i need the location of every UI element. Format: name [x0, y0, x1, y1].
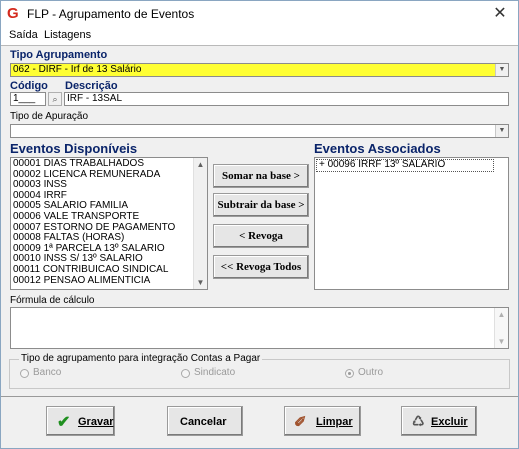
- eventos-disponiveis-list[interactable]: 00001 DIAS TRABALHADOS 00002 LICENCA REM…: [10, 157, 208, 290]
- window-title: FLP - Agrupamento de Eventos: [27, 7, 195, 21]
- revoga-todos-button[interactable]: << Revoga Todos: [213, 255, 309, 279]
- binoculars-search-icon[interactable]: ⌕: [48, 92, 62, 106]
- title-bar: G FLP - Agrupamento de Eventos ✕: [1, 1, 518, 27]
- menu-separator: [1, 45, 518, 46]
- tipo-agrupamento-label: Tipo Agrupamento: [10, 49, 108, 61]
- radio-outro-label: Outro: [358, 367, 384, 378]
- radio-outro[interactable]: [345, 369, 354, 378]
- app-logo-icon: G: [7, 5, 19, 22]
- cancelar-label: Cancelar: [180, 416, 227, 428]
- somar-na-base-button[interactable]: Somar na base >: [213, 164, 309, 188]
- chevron-down-icon[interactable]: ▼: [495, 335, 508, 348]
- chevron-down-icon[interactable]: ▼: [194, 276, 207, 289]
- eventos-associados-label: Eventos Associados: [314, 141, 441, 156]
- eventos-associados-list[interactable]: + 00096 IRRF 13º SALARIO: [314, 157, 509, 290]
- codigo-input[interactable]: 1___: [10, 92, 46, 106]
- descricao-label: Descrição: [65, 80, 118, 92]
- formula-label: Fórmula de cálculo: [10, 295, 95, 306]
- chevron-down-icon[interactable]: ▼: [495, 64, 508, 76]
- tipo-apuracao-select[interactable]: ▼: [10, 124, 509, 138]
- list-item[interactable]: 00001 DIAS TRABALHADOS: [11, 158, 207, 170]
- formula-textarea[interactable]: ▲ ▼: [10, 307, 509, 349]
- excluir-button[interactable]: ♺ Excluir: [401, 406, 477, 436]
- subtrair-da-base-button[interactable]: Subtrair da base >: [213, 193, 309, 217]
- radio-banco[interactable]: [20, 369, 29, 378]
- menu-listagens[interactable]: Listagens: [44, 29, 91, 41]
- radio-sindicato-label: Sindicato: [194, 367, 236, 378]
- check-icon: ✔: [57, 414, 71, 431]
- codigo-label: Código: [10, 80, 48, 92]
- menu-bar: Saída Listagens: [1, 27, 518, 45]
- list-item[interactable]: 00006 VALE TRANSPORTE: [11, 211, 207, 223]
- bottom-separator: [1, 396, 518, 397]
- close-icon[interactable]: ✕: [490, 4, 510, 24]
- descricao-input[interactable]: IRF - 13SAL: [64, 92, 509, 106]
- list-item[interactable]: + 00096 IRRF 13º SALARIO: [316, 159, 494, 172]
- tipo-agrupamento-value: 062 - DIRF - Irf de 13 Salário: [13, 64, 142, 75]
- limpar-label: Limpar: [316, 416, 353, 428]
- trash-icon: ♺: [412, 413, 425, 429]
- revoga-button[interactable]: < Revoga: [213, 224, 309, 248]
- scrollbar[interactable]: ▲ ▼: [494, 308, 508, 348]
- list-item[interactable]: 00011 CONTRIBUICAO SINDICAL: [11, 264, 207, 276]
- tipo-apuracao-label: Tipo de Apuração: [10, 111, 89, 122]
- integracao-group-title: Tipo de agrupamento para integração Cont…: [19, 353, 263, 364]
- chevron-up-icon[interactable]: ▲: [495, 308, 508, 321]
- gravar-button[interactable]: ✔ Gravar: [46, 406, 115, 436]
- tipo-agrupamento-select[interactable]: 062 - DIRF - Irf de 13 Salário ▼: [10, 63, 509, 77]
- eventos-disponiveis-label: Eventos Disponíveis: [10, 141, 138, 156]
- radio-sindicato[interactable]: [181, 369, 190, 378]
- scrollbar[interactable]: ▲ ▼: [193, 158, 207, 289]
- list-item[interactable]: 00012 PENSAO ALIMENTICIA: [11, 275, 207, 287]
- cancelar-button[interactable]: Cancelar: [167, 406, 243, 436]
- chevron-up-icon[interactable]: ▲: [194, 158, 207, 171]
- excluir-label: Excluir: [431, 416, 468, 428]
- limpar-button[interactable]: ✐ Limpar: [284, 406, 361, 436]
- radio-banco-label: Banco: [33, 367, 62, 378]
- eraser-icon: ✐: [294, 414, 307, 431]
- dialog-window: G FLP - Agrupamento de Eventos ✕ Saída L…: [0, 0, 519, 449]
- gravar-label: Gravar: [78, 416, 114, 428]
- chevron-down-icon[interactable]: ▼: [495, 125, 508, 137]
- menu-saida[interactable]: Saída: [9, 29, 38, 41]
